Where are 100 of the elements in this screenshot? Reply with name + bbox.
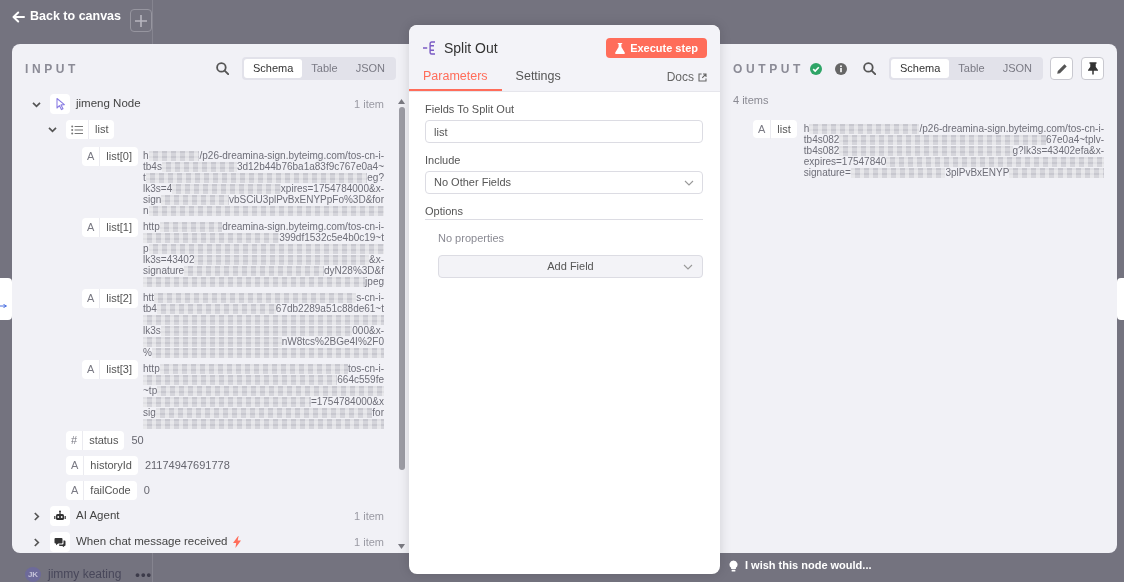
docs-link[interactable]: Docs [666, 70, 707, 91]
field-name: failCode [83, 481, 137, 500]
item-count: 1 item [354, 508, 384, 524]
chevron-right-icon[interactable] [32, 537, 41, 547]
node-title: Split Out [444, 40, 498, 56]
panel-heading: OUTPUT [733, 61, 804, 76]
node-name: AI Agent [76, 508, 120, 524]
type-glyph: A [71, 483, 79, 498]
field-name: list [770, 119, 797, 139]
url-text: dreamina-sign.byteimg.com/tos-cn-i- [222, 221, 384, 232]
item-count: 1 item [354, 96, 384, 112]
scroll-up-icon[interactable] [398, 99, 405, 104]
search-icon[interactable] [216, 62, 229, 75]
user-avatar[interactable]: JK [25, 567, 41, 582]
view-tab[interactable]: Table [302, 59, 347, 78]
url-text: 399df1532c5e4b0c19~t [279, 232, 384, 243]
field-name: list[1] [99, 218, 139, 237]
tab[interactable]: Parameters [409, 69, 502, 91]
url-text: tb4s082 [803, 134, 840, 145]
url-text: tb4s082 [803, 145, 840, 156]
field-name: list[2] [99, 289, 139, 308]
plus-icon [135, 14, 147, 27]
type-glyph: A [87, 291, 95, 306]
field-value: 50 [131, 433, 144, 449]
url-text: 3plPvBxENYP [945, 167, 1010, 178]
add-field-button[interactable]: Add Field [438, 255, 703, 278]
node-name: jimeng Node [76, 96, 141, 112]
view-tab[interactable]: JSON [346, 59, 394, 78]
view-tab[interactable]: Schema [891, 59, 950, 78]
dropdown-field[interactable]: No Other Fields [425, 171, 703, 194]
url-text: lk3s=4 [143, 183, 173, 194]
search-icon[interactable] [863, 62, 876, 75]
chevron-down-icon[interactable] [32, 99, 41, 109]
field-name: list[0] [99, 147, 139, 166]
field-label: Fields To Split Out [425, 103, 516, 116]
url-text: sig [143, 407, 156, 418]
url-text: signature [143, 265, 185, 276]
url-text: 664c559fe [337, 374, 384, 385]
node-name: When chat message received [76, 534, 228, 550]
external-link-icon [698, 72, 707, 82]
url-text: sign [143, 194, 162, 205]
url-text: lk3s=43402 [143, 254, 195, 265]
url-text: p [143, 243, 149, 254]
feedback-link[interactable]: I wish this node would... [729, 559, 872, 572]
url-text: 000&x- [352, 325, 384, 336]
more-menu[interactable]: ••• [135, 567, 152, 582]
url-text: g?lk3s=43402efa&x- [1012, 145, 1104, 156]
type-glyph: # [71, 433, 78, 448]
split-icon [423, 41, 438, 55]
url-text: eg? [367, 172, 384, 183]
field-value: 21174947691778 [144, 458, 230, 474]
field-name: status [82, 431, 125, 450]
type-glyph: A [87, 220, 95, 235]
url-text: http [143, 221, 160, 232]
url-text: http [143, 363, 160, 374]
chevron-down-icon[interactable] [48, 125, 57, 134]
url-text: &x- [369, 254, 384, 265]
scrollbar-thumb[interactable] [398, 107, 405, 470]
arrow-tip-icon [0, 303, 7, 308]
pointer-icon [50, 94, 70, 114]
pencil-icon [1055, 62, 1068, 75]
url-text: ~tp [143, 385, 158, 396]
chevron-right-icon[interactable] [32, 511, 41, 521]
type-glyph: A [87, 362, 95, 377]
url-text: signature= [803, 167, 851, 178]
url-text: =1754784000&x [310, 396, 384, 407]
url-text: /p26-dreamina-sign.byteimg.com/tos-cn-i- [199, 150, 384, 161]
url-text: dyN28%3D&f [323, 265, 384, 276]
url-text: s-cn-i- [356, 292, 384, 303]
url-text: nW8tcs%2BGe4I%2F0 [281, 336, 384, 347]
url-text: expires=17547840 [803, 156, 887, 167]
tab[interactable]: Settings [501, 69, 575, 91]
url-text: tb4 [143, 303, 157, 314]
chevron-down-icon [683, 263, 693, 270]
pin-button[interactable] [1081, 57, 1104, 80]
url-text: n [143, 205, 149, 216]
execute-step-button[interactable]: Execute step [606, 38, 707, 58]
url-text: /p26-dreamina-sign.byteimg.com/tos-cn-i- [919, 123, 1104, 134]
view-tab[interactable]: Schema [244, 59, 303, 78]
flask-icon [615, 42, 626, 54]
field-value: 0 [143, 483, 150, 499]
pin-icon [1087, 62, 1098, 75]
back-to-canvas-link[interactable]: Back to canvas [12, 9, 122, 24]
url-text: 3d12b44b76ba1a83f9c767e0a4~ [236, 161, 384, 172]
url-text: vbSCiU3plPvBxENYPpFo%3D&for [228, 194, 384, 205]
type-glyph: A [71, 458, 79, 473]
list-icon [71, 124, 83, 135]
robot-icon [50, 506, 70, 526]
chevron-down-icon [684, 179, 694, 186]
type-glyph: A [758, 121, 766, 137]
text-input[interactable]: list [425, 120, 703, 143]
view-tab[interactable]: JSON [993, 59, 1041, 78]
lightbulb-icon [729, 559, 738, 572]
field-name: list [88, 120, 115, 139]
canvas-card [1117, 278, 1124, 320]
url-text: jpeg [365, 276, 384, 287]
view-tab[interactable]: Table [949, 59, 994, 78]
edit-button[interactable] [1050, 57, 1073, 80]
scroll-down-icon[interactable] [398, 544, 405, 549]
field-name: historyId [83, 456, 138, 475]
